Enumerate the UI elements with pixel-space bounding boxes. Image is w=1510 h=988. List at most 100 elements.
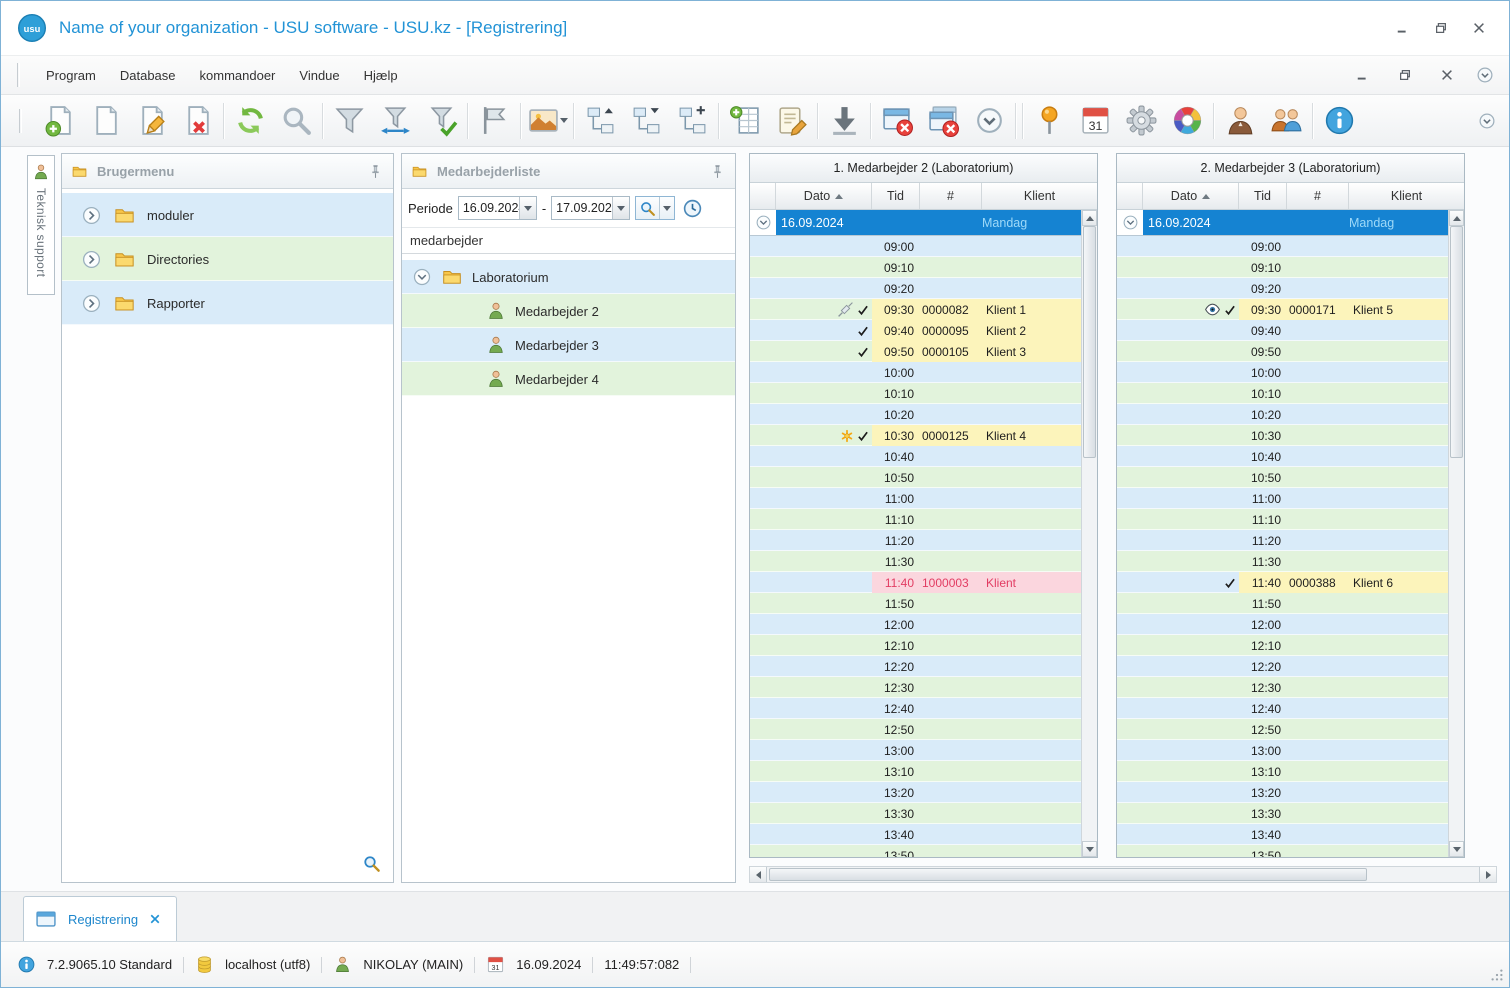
- schedule-row[interactable]: 10:00: [750, 362, 1081, 383]
- schedule-row[interactable]: 11:400000388Klient 6: [1117, 572, 1448, 593]
- schedule-row[interactable]: 10:300000125Klient 4: [750, 425, 1081, 446]
- tab-close-icon[interactable]: [149, 913, 161, 925]
- schedule-row[interactable]: 09:300000171Klient 5: [1117, 299, 1448, 320]
- brugermenu-item-rapporter[interactable]: Rapporter: [62, 281, 393, 325]
- schedule-row[interactable]: 11:00: [750, 488, 1081, 509]
- search-dropdown-button[interactable]: [659, 197, 674, 219]
- vertical-scrollbar-thumb[interactable]: [1450, 226, 1463, 458]
- search-button[interactable]: [273, 99, 319, 143]
- toolbar-grip[interactable]: [19, 109, 22, 133]
- brugermenu-item-moduler[interactable]: moduler: [62, 193, 393, 237]
- title-bar[interactable]: usu Name of your organization - USU soft…: [1, 1, 1509, 55]
- colors-button[interactable]: [1164, 99, 1210, 143]
- schedule-row[interactable]: 12:30: [1117, 677, 1448, 698]
- schedule-row[interactable]: 13:00: [750, 740, 1081, 761]
- menu-overflow-button[interactable]: [1475, 65, 1495, 85]
- schedule-row[interactable]: 13:00: [1117, 740, 1448, 761]
- schedule-row[interactable]: 12:20: [1117, 656, 1448, 677]
- close-all-windows-button[interactable]: [920, 99, 966, 143]
- schedule-row[interactable]: 12:00: [1117, 614, 1448, 635]
- schedule-row[interactable]: 09:10: [750, 257, 1081, 278]
- menu-item-program[interactable]: Program: [34, 63, 108, 88]
- calendar-button[interactable]: 31: [1072, 99, 1118, 143]
- schedule-row[interactable]: 10:40: [1117, 446, 1448, 467]
- toolbar-overflow-button[interactable]: [1477, 111, 1497, 131]
- horizontal-scrollbar-track[interactable]: [767, 867, 1479, 882]
- schedule-row[interactable]: 09:300000082Klient 1: [750, 299, 1081, 320]
- vertical-scrollbar-track[interactable]: [1449, 226, 1464, 841]
- horizontal-scrollbar-thumb[interactable]: [769, 868, 1367, 881]
- schedule-row[interactable]: 10:10: [1117, 383, 1448, 404]
- schedule-row[interactable]: 13:20: [1117, 782, 1448, 803]
- schedule-row[interactable]: 10:20: [750, 404, 1081, 425]
- schedule-row[interactable]: 11:30: [750, 551, 1081, 572]
- period-to-combo[interactable]: 17.09.2024: [551, 196, 630, 220]
- column-header-tid[interactable]: Tid: [1239, 183, 1287, 209]
- employee-item-medarbejder-4[interactable]: Medarbejder 4: [402, 362, 735, 396]
- schedule-row[interactable]: 12:40: [1117, 698, 1448, 719]
- schedule-row[interactable]: 11:10: [750, 509, 1081, 530]
- schedule-row[interactable]: 09:400000095Klient 2: [750, 320, 1081, 341]
- column-header-number[interactable]: #: [1287, 183, 1349, 209]
- scroll-up-button[interactable]: [1082, 210, 1097, 226]
- schedule-row[interactable]: 13:50: [1117, 845, 1448, 857]
- menu-item-vindue[interactable]: Vindue: [287, 63, 351, 88]
- filter-transfer-button[interactable]: [372, 99, 418, 143]
- column-header-tid[interactable]: Tid: [872, 183, 920, 209]
- schedule-row[interactable]: 11:30: [1117, 551, 1448, 572]
- schedule-row[interactable]: 09:40: [1117, 320, 1448, 341]
- schedule-row[interactable]: 10:20: [1117, 404, 1448, 425]
- schedule-row[interactable]: 12:30: [750, 677, 1081, 698]
- horizontal-scrollbar[interactable]: [749, 866, 1497, 883]
- vertical-scrollbar[interactable]: [1081, 210, 1097, 857]
- schedule-row[interactable]: 11:50: [1117, 593, 1448, 614]
- schedule-row[interactable]: 09:00: [750, 236, 1081, 257]
- employee-item-medarbejder-3[interactable]: Medarbejder 3: [402, 328, 735, 362]
- image-button[interactable]: [524, 99, 570, 143]
- schedule-row[interactable]: 09:10: [1117, 257, 1448, 278]
- menu-item-kommandoer[interactable]: kommandoer: [188, 63, 288, 88]
- mdi-minimize-button[interactable]: [1349, 64, 1377, 86]
- medarbejder-column-header[interactable]: medarbejder: [402, 228, 735, 254]
- flag-button[interactable]: [471, 99, 517, 143]
- schedule-row[interactable]: 09:500000105Klient 3: [750, 341, 1081, 362]
- schedule-row[interactable]: 10:10: [750, 383, 1081, 404]
- period-search-button[interactable]: [635, 196, 675, 220]
- schedule-row[interactable]: 11:10: [1117, 509, 1448, 530]
- pin-icon[interactable]: [709, 163, 726, 180]
- search-icon[interactable]: [362, 854, 381, 873]
- schedule-row[interactable]: 13:50: [750, 845, 1081, 857]
- delete-record-button[interactable]: [174, 99, 220, 143]
- scroll-left-button[interactable]: [750, 867, 767, 882]
- combo-dropdown-button[interactable]: [519, 197, 536, 219]
- mdi-restore-button[interactable]: [1391, 64, 1419, 86]
- column-header-klient[interactable]: Klient: [982, 183, 1097, 209]
- schedule-row[interactable]: 10:40: [750, 446, 1081, 467]
- copy-record-button[interactable]: [82, 99, 128, 143]
- group-laboratorium[interactable]: Laboratorium: [402, 260, 735, 294]
- close-window-button[interactable]: [874, 99, 920, 143]
- hierarchy-add-button[interactable]: [577, 99, 623, 143]
- clock-button[interactable]: [680, 196, 705, 221]
- schedule-row[interactable]: 10:00: [1117, 362, 1448, 383]
- schedule-row[interactable]: 12:00: [750, 614, 1081, 635]
- add-record-button[interactable]: [36, 99, 82, 143]
- employees-button[interactable]: [1263, 99, 1309, 143]
- hierarchy-collapse-button[interactable]: [623, 99, 669, 143]
- schedule-row[interactable]: 09:20: [750, 278, 1081, 299]
- schedule-row[interactable]: 10:30: [1117, 425, 1448, 446]
- hierarchy-expand-button[interactable]: [669, 99, 715, 143]
- date-row[interactable]: 16.09.2024Mandag: [750, 210, 1081, 236]
- date-row[interactable]: 16.09.2024Mandag: [1117, 210, 1448, 236]
- settings-button[interactable]: [1118, 99, 1164, 143]
- column-header-dato[interactable]: Dato: [776, 183, 872, 209]
- vertical-scrollbar[interactable]: [1448, 210, 1464, 857]
- schedule-row[interactable]: 13:20: [750, 782, 1081, 803]
- download-button[interactable]: [821, 99, 867, 143]
- schedule-row[interactable]: 12:20: [750, 656, 1081, 677]
- column-header-number[interactable]: #: [920, 183, 982, 209]
- schedule-row[interactable]: 09:50: [1117, 341, 1448, 362]
- scroll-up-button[interactable]: [1449, 210, 1464, 226]
- schedule-row[interactable]: 10:50: [750, 467, 1081, 488]
- schedule-row[interactable]: 13:30: [750, 803, 1081, 824]
